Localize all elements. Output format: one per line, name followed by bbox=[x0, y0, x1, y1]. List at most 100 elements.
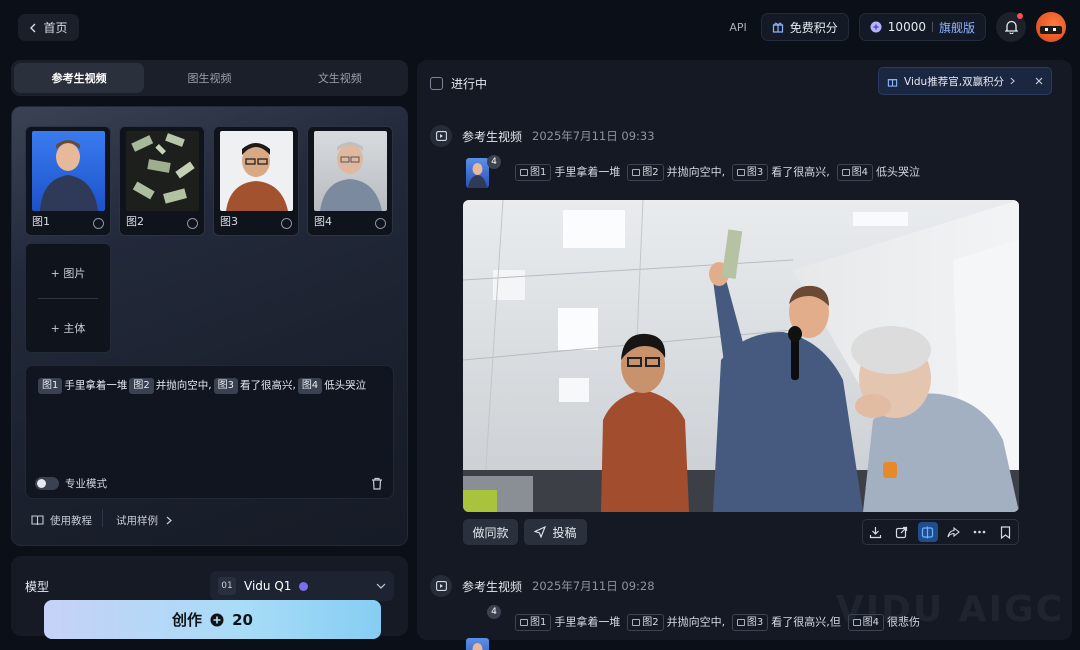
plan-label: 旗舰版 bbox=[938, 20, 975, 35]
credit-plus-icon bbox=[210, 613, 224, 626]
topbar-actions: API 免费积分 10000 旗舰版 bbox=[729, 12, 1066, 42]
divider bbox=[102, 509, 103, 527]
edit-icon[interactable] bbox=[281, 218, 292, 229]
open-external-icon[interactable] bbox=[892, 522, 912, 542]
credits-value: 10000 bbox=[887, 20, 926, 34]
reference-item-4[interactable]: 图4 bbox=[307, 126, 393, 236]
prompt-tag-2[interactable]: 图2 bbox=[129, 377, 154, 394]
model-label: 模型 bbox=[25, 580, 50, 594]
task-reference-avatar[interactable] bbox=[466, 158, 489, 188]
prompt-image-tag: 图4 bbox=[847, 614, 884, 631]
free-credits-button[interactable]: 免费积分 bbox=[760, 13, 849, 41]
video-task-icon bbox=[430, 125, 452, 147]
task-header-2: 参考生视频 2025年7月11日 09:28 bbox=[430, 575, 655, 597]
reference-item-2[interactable]: 图2 bbox=[119, 126, 205, 236]
submit-button[interactable]: 投稿 bbox=[524, 519, 587, 545]
crown-icon bbox=[299, 581, 309, 591]
create-button[interactable]: 创作 20 bbox=[44, 600, 381, 639]
prompt-tag-1[interactable]: 图1 bbox=[38, 377, 63, 394]
image-icon bbox=[736, 619, 745, 626]
reference-panel: 图1 图2 图3 图4 + 图片 + 主体 图1 手里拿着一堆 图2 并抛向空中… bbox=[11, 106, 408, 546]
tab-text-to-video[interactable]: 文生视频 bbox=[275, 63, 405, 93]
trash-icon[interactable] bbox=[371, 477, 383, 490]
reference-label-4: 图4 bbox=[314, 215, 332, 228]
prompt-image-tag: 图2 bbox=[627, 164, 664, 181]
gift-icon bbox=[887, 78, 898, 87]
bookmark-icon[interactable] bbox=[995, 522, 1015, 542]
add-image-button[interactable]: + 图片 bbox=[26, 265, 110, 281]
promo-banner[interactable]: Vidu推荐官,双赢积分 bbox=[878, 67, 1052, 95]
image-icon bbox=[852, 619, 861, 626]
notification-dot bbox=[1017, 13, 1023, 19]
credits-icon bbox=[870, 21, 882, 33]
image-icon bbox=[736, 169, 745, 176]
in-progress-filter[interactable]: 进行中 bbox=[430, 75, 487, 92]
task-type: 参考生视频 bbox=[462, 579, 523, 594]
prompt-image-tag: 图3 bbox=[731, 164, 769, 181]
api-link[interactable]: API bbox=[729, 21, 746, 34]
home-button[interactable]: 首页 bbox=[18, 14, 79, 41]
generated-video[interactable] bbox=[463, 200, 1019, 512]
pro-mode-toggle[interactable] bbox=[35, 477, 59, 490]
free-credits-label: 免费积分 bbox=[789, 20, 838, 35]
close-icon[interactable] bbox=[1035, 77, 1043, 85]
task-time: 2025年7月11日 09:28 bbox=[532, 579, 655, 593]
same-style-button[interactable]: 做同款 bbox=[463, 519, 518, 545]
add-subject-button[interactable]: + 主体 bbox=[26, 320, 110, 336]
prompt-text[interactable]: 图1 手里拿着一堆 图2 并抛向空中, 图3 看了很高兴, 图4 低头哭泣 bbox=[36, 376, 386, 395]
prompt-box[interactable]: 图1 手里拿着一堆 图2 并抛向空中, 图3 看了很高兴, 图4 低头哭泣 专业模式 bbox=[25, 365, 394, 499]
more-icon[interactable] bbox=[969, 522, 989, 542]
reference-image-3 bbox=[220, 131, 293, 211]
pro-mode-label: 专业模式 bbox=[65, 478, 107, 490]
notifications-button[interactable] bbox=[996, 12, 1026, 42]
reference-item-3[interactable]: 图3 bbox=[213, 126, 299, 236]
edit-icon[interactable] bbox=[375, 218, 386, 229]
image-icon bbox=[632, 619, 641, 626]
chevron-left-icon bbox=[30, 23, 36, 32]
share-icon[interactable] bbox=[943, 522, 963, 542]
samples-link[interactable]: 试用样例 bbox=[116, 513, 172, 528]
in-progress-label: 进行中 bbox=[451, 77, 488, 91]
compare-icon[interactable] bbox=[917, 522, 938, 542]
download-icon[interactable] bbox=[866, 522, 886, 542]
bell-icon bbox=[1004, 20, 1018, 34]
tab-image-to-video[interactable]: 图生视频 bbox=[144, 63, 274, 93]
prompt-tag-3[interactable]: 图3 bbox=[213, 377, 238, 394]
tutorial-link[interactable]: 使用教程 bbox=[31, 513, 92, 528]
task-prompt-2: 图1 手里拿着一堆 图2 并抛向空中, 图3 看了很高兴,但 图4 很悲伤 bbox=[512, 613, 920, 632]
home-label: 首页 bbox=[43, 21, 68, 35]
reference-item-1[interactable]: 图1 bbox=[25, 126, 111, 236]
user-avatar[interactable] bbox=[1036, 12, 1066, 42]
add-reference-box: + 图片 + 主体 bbox=[25, 243, 111, 353]
prompt-image-tag: 图1 bbox=[515, 164, 552, 181]
task-type: 参考生视频 bbox=[462, 129, 523, 144]
plus-icon: + bbox=[50, 267, 64, 280]
book-icon bbox=[31, 515, 44, 526]
reference-image-4 bbox=[314, 131, 387, 211]
image-icon bbox=[520, 619, 528, 626]
prompt-image-tag: 图3 bbox=[731, 614, 769, 631]
task-reference-avatar[interactable] bbox=[466, 638, 489, 650]
reference-label-3: 图3 bbox=[220, 215, 238, 228]
edit-icon[interactable] bbox=[93, 218, 104, 229]
image-icon bbox=[632, 169, 641, 176]
video-task-icon bbox=[430, 575, 452, 597]
create-cost: 20 bbox=[232, 610, 253, 629]
prompt-image-tag: 图4 bbox=[836, 164, 873, 181]
prompt-image-tag: 图1 bbox=[515, 614, 552, 631]
chevron-down-icon bbox=[376, 583, 386, 589]
tab-reference-video[interactable]: 参考生视频 bbox=[14, 63, 145, 93]
in-progress-checkbox[interactable] bbox=[430, 77, 443, 90]
image-icon bbox=[520, 169, 528, 176]
credits-plan-button[interactable]: 10000 旗舰版 bbox=[858, 13, 986, 41]
task-header-1: 参考生视频 2025年7月11日 09:33 bbox=[430, 125, 655, 147]
model-select[interactable]: 01 Vidu Q1 bbox=[210, 571, 394, 601]
model-logo-icon: 01 bbox=[218, 577, 236, 595]
edit-icon[interactable] bbox=[187, 218, 198, 229]
reference-count-badge: 4 bbox=[487, 155, 501, 169]
prompt-tag-4[interactable]: 图4 bbox=[297, 377, 323, 394]
chevron-right-icon bbox=[1010, 77, 1015, 85]
image-icon bbox=[841, 169, 850, 176]
create-label: 创作 bbox=[172, 611, 203, 629]
mode-tabs: 参考生视频 图生视频 文生视频 bbox=[11, 60, 408, 96]
